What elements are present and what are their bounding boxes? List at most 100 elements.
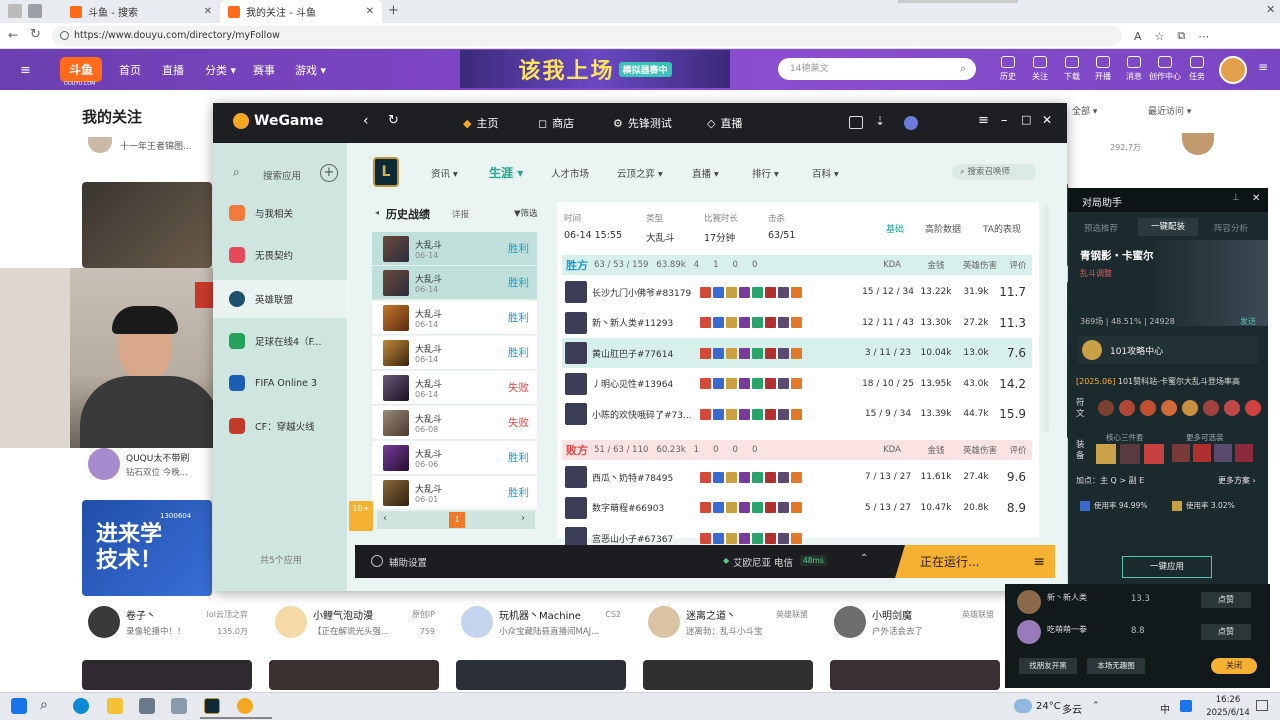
wg-nav-home[interactable]: ◆ 主页: [463, 115, 498, 131]
tool-history[interactable]: 历史: [995, 54, 1021, 82]
sidebar-item-fifa4[interactable]: 足球在线4（F...: [229, 329, 347, 353]
clock-time[interactable]: 16:26: [1210, 695, 1246, 705]
search-icon[interactable]: ⌕: [233, 165, 240, 180]
sidebar-item-cf[interactable]: CF：穿越火线: [229, 414, 347, 438]
sidebar-item-fifa3[interactable]: FIFA Online 3: [229, 371, 347, 395]
scrollbar[interactable]: [1043, 203, 1049, 433]
tab-grid-icon[interactable]: [28, 4, 42, 18]
live-thumbnail[interactable]: [82, 182, 212, 268]
event-banner[interactable]: 该我上场 模拟器赛中: [460, 50, 730, 88]
tray-chevron-icon[interactable]: ⌃: [1092, 701, 1100, 711]
summoner-search-input[interactable]: ⌕ 搜索召唤师: [952, 164, 1036, 180]
close-icon[interactable]: ✕: [1252, 193, 1260, 204]
running-button[interactable]: 正在运行... ≡: [895, 545, 1055, 578]
player-row[interactable]: 长沙九门小佛爷#83179 15 / 12 / 34 13.22k 31.9k 11.7: [562, 277, 1032, 307]
page-number[interactable]: 1: [449, 512, 465, 528]
player-name[interactable]: 新丶新人类#11293: [592, 316, 692, 329]
close-icon[interactable]: ✕: [366, 6, 374, 17]
tool-creator[interactable]: 创作中心: [1148, 54, 1182, 82]
nav-games[interactable]: 游戏 ▾: [295, 62, 326, 78]
menu-icon[interactable]: ≡: [978, 113, 989, 128]
edge-icon[interactable]: [73, 698, 89, 714]
streamer-row[interactable]: 玩机器丶Machine CS2 小众宝藏陆县直播间MAJ...: [461, 602, 621, 642]
player-row[interactable]: 黄山肛巴子#77614 3 / 11 / 23 10.04k 13.0k 7.6: [562, 338, 1032, 368]
user-avatar[interactable]: [1219, 56, 1247, 84]
settings-icon[interactable]: [371, 555, 383, 567]
tab-live[interactable]: 直播 ▾: [692, 166, 719, 180]
app-icon[interactable]: [171, 698, 187, 714]
ime-indicator[interactable]: 中: [1160, 701, 1170, 716]
history-row[interactable]: 大乱斗 06-14 胜利: [372, 336, 537, 370]
download-icon[interactable]: ⇣: [875, 114, 885, 128]
close-icon[interactable]: ✕: [1042, 113, 1052, 127]
windows-start-icon[interactable]: [11, 698, 27, 714]
sidebar-item-lol[interactable]: 英雄联盟: [213, 280, 347, 318]
search-icon[interactable]: ⌕: [40, 697, 48, 713]
player-name[interactable]: 黄山肛巴子#77614: [592, 347, 692, 360]
back-arrow-icon[interactable]: ←: [8, 28, 18, 42]
live-thumbnail[interactable]: [82, 660, 252, 690]
player-name[interactable]: 丿明心见性#13964: [592, 377, 692, 390]
history-row[interactable]: 大乱斗 06-08 失败: [372, 406, 537, 440]
filter-button[interactable]: ▼筛选: [514, 207, 538, 219]
history-row[interactable]: 大乱斗 06-14 失败: [372, 371, 537, 405]
site-info-icon[interactable]: [60, 31, 69, 40]
gift-icon[interactable]: [849, 116, 863, 129]
view-tab-advanced[interactable]: 高阶数据: [925, 222, 961, 235]
hamburger-menu-icon[interactable]: ≡: [1258, 60, 1268, 74]
extensions-icon[interactable]: ⧉: [1177, 29, 1185, 43]
lol-client-icon[interactable]: [204, 698, 220, 714]
nav-live[interactable]: 直播: [162, 62, 184, 78]
live-thumbnail[interactable]: [643, 660, 813, 690]
nav-events[interactable]: 赛事: [253, 62, 275, 78]
hide-button[interactable]: 本场无趣图: [1087, 658, 1145, 674]
sort-dropdown[interactable]: 最近访问 ▾: [1148, 104, 1191, 117]
maximize-icon[interactable]: □: [1021, 113, 1031, 126]
player-name[interactable]: 小陈的欢快哦碎了#73...: [592, 408, 692, 421]
back-arrow-icon[interactable]: ‹: [363, 113, 369, 129]
tool-messages[interactable]: 消息: [1121, 54, 1147, 82]
wg-nav-store[interactable]: ◻ 商店: [538, 115, 574, 131]
chevron-up-icon[interactable]: ⌃: [860, 553, 868, 564]
streamer-row[interactable]: 卷子丶 lol云顶之弈 录像轮播中！！ 135.0万: [88, 602, 248, 642]
view-tab-performance[interactable]: TA的表现: [983, 222, 1021, 235]
history-row[interactable]: 大乱斗 06-01 胜利: [372, 476, 537, 510]
tab-tft[interactable]: 云顶之弈 ▾: [617, 166, 663, 180]
tab-news[interactable]: 资讯 ▾: [431, 166, 458, 180]
one-click-apply-button[interactable]: 一键应用: [1122, 556, 1212, 578]
tab-rank[interactable]: 排行 ▾: [752, 166, 779, 180]
nav-category[interactable]: 分类 ▾: [205, 62, 236, 78]
minimize-icon[interactable]: –: [1001, 113, 1008, 128]
assist-settings[interactable]: 辅助设置: [389, 555, 427, 569]
streamer-row[interactable]: 小明剑魔 英雄联盟 户外活会去了: [834, 602, 994, 642]
user-avatar[interactable]: [904, 116, 918, 130]
player-row[interactable]: 西瓜丶奶特#78495 7 / 13 / 27 11.61k 27.4k 9.6: [562, 462, 1032, 492]
history-sub[interactable]: 详报: [452, 208, 469, 220]
close-icon[interactable]: ✕: [204, 6, 212, 17]
lol-logo-icon[interactable]: L: [373, 157, 399, 187]
live-thumbnail[interactable]: [830, 660, 1000, 690]
player-row[interactable]: 小陈的欢快哦碎了#73... 15 / 9 / 34 13.39k 44.7k 15.9: [562, 399, 1032, 429]
hamburger-menu-icon[interactable]: ≡: [20, 63, 31, 78]
app-search-input[interactable]: 搜索应用: [263, 168, 301, 182]
history-row[interactable]: 大乱斗 06-14 胜利: [372, 266, 537, 300]
nav-home[interactable]: 首页: [119, 62, 141, 78]
assistant-tab-lineup[interactable]: 阵容分析: [1214, 222, 1248, 234]
refresh-icon[interactable]: ↻: [30, 27, 41, 42]
wegame-icon[interactable]: [237, 698, 253, 714]
history-row[interactable]: 大乱斗 06-14 胜利: [372, 301, 537, 335]
player-name[interactable]: 长沙九门小佛爷#83179: [592, 286, 692, 299]
live-thumbnail[interactable]: 进来学技术！ 1300604: [82, 500, 212, 596]
like-button[interactable]: 点赞: [1201, 592, 1251, 608]
view-tab-basic[interactable]: 基础: [886, 222, 904, 235]
tool-tasks[interactable]: 任务: [1184, 54, 1210, 82]
wg-nav-beta[interactable]: ⚙ 先锋测试: [613, 115, 672, 131]
sidebar-item-valorant[interactable]: 无畏契约: [229, 243, 347, 267]
close-window-icon[interactable]: ✕: [1266, 3, 1275, 16]
window-menu-icon[interactable]: [8, 4, 22, 18]
douyu-logo[interactable]: 斗鱼: [60, 57, 102, 82]
streamer-row[interactable]: 小鲤气泡动漫 原创IP 【正在解说光头强... 759: [275, 602, 435, 642]
prev-page-icon[interactable]: ‹: [383, 513, 387, 524]
assistant-tab-recommend[interactable]: 预选推荐: [1084, 222, 1118, 234]
player-row[interactable]: 新丶新人类#11293 12 / 11 / 43 13.30k 27.2k 11.3: [562, 308, 1032, 338]
